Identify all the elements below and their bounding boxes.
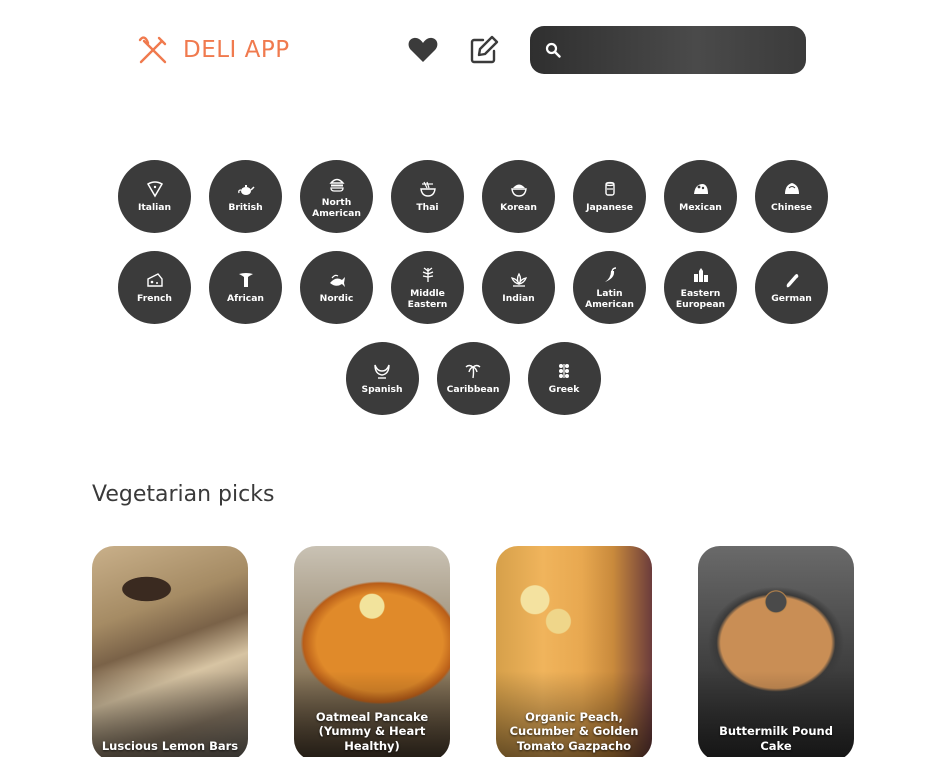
cuisine-label: Nordic — [319, 293, 354, 304]
edit-icon[interactable] — [468, 34, 500, 66]
cuisine-label: British — [228, 202, 263, 213]
cuisine-label: Caribbean — [446, 384, 500, 395]
teapot-icon — [237, 185, 255, 195]
recipe-card[interactable]: Oatmeal Pancake (Yummy & Heart Healthy) — [294, 546, 450, 757]
grapes-icon — [559, 364, 569, 378]
cuisine-label: Japanese — [586, 202, 633, 213]
cuisine-african[interactable]: African — [209, 251, 282, 324]
chili-icon — [604, 266, 616, 282]
cuisine-nordic[interactable]: Nordic — [300, 251, 373, 324]
search-icon — [545, 42, 561, 58]
cuisine-label: German — [771, 293, 812, 304]
cuisine-indian[interactable]: Indian — [482, 251, 555, 324]
cuisine-grid: Italian British North American Thai Kore… — [116, 160, 830, 415]
cuisine-label: Korean — [500, 202, 537, 213]
noodle-bowl-icon — [419, 181, 436, 197]
recipe-title: Buttermilk Pound Cake — [719, 724, 833, 753]
wheat-icon — [422, 266, 433, 282]
cuisine-label: Thai — [416, 202, 439, 213]
cuisine-label: North American — [312, 196, 361, 219]
cuisine-french[interactable]: French — [118, 251, 191, 324]
city-icon — [693, 267, 708, 282]
baobab-tree-icon — [238, 273, 253, 287]
recipe-card[interactable]: Luscious Lemon Bars — [92, 546, 248, 757]
app-logo[interactable]: DELI APP — [137, 34, 290, 66]
cuisine-chinese[interactable]: Chinese — [755, 160, 828, 233]
app-name: DELI APP — [183, 37, 290, 63]
recipe-card[interactable]: Buttermilk Pound Cake — [698, 546, 854, 757]
cuisine-latin-american[interactable]: Latin American — [573, 251, 646, 324]
cuisine-label: Indian — [502, 293, 535, 304]
cuisine-spanish[interactable]: Spanish — [345, 342, 419, 415]
pizza-icon — [146, 181, 163, 198]
burger-icon — [328, 178, 345, 192]
recipe-card[interactable]: Organic Peach, Cucumber & Golden Tomato … — [496, 546, 652, 757]
cuisine-italian[interactable]: Italian — [118, 160, 191, 233]
fork-knife-icon — [138, 36, 167, 64]
recipe-card-row: Luscious Lemon Bars Oatmeal Pancake (Yum… — [92, 546, 854, 757]
bull-horns-icon — [374, 364, 390, 379]
cuisine-greek[interactable]: Greek — [527, 342, 601, 415]
cuisine-label: Middle Eastern — [407, 287, 448, 310]
cuisine-label: Spanish — [361, 384, 403, 395]
sausage-icon — [786, 274, 798, 288]
cuisine-label: African — [227, 293, 264, 304]
rice-bowl-icon — [510, 184, 527, 197]
sake-cup-icon — [604, 181, 615, 196]
recipe-title: Oatmeal Pancake (Yummy & Heart Healthy) — [315, 709, 429, 753]
cuisine-label: Mexican — [679, 202, 722, 213]
cheese-icon — [146, 273, 163, 287]
cuisine-mexican[interactable]: Mexican — [664, 160, 737, 233]
heart-icon[interactable] — [407, 34, 439, 66]
cuisine-eastern-european[interactable]: Eastern European — [664, 251, 737, 324]
recipe-title: Organic Peach, Cucumber & Golden Tomato … — [509, 709, 639, 753]
cuisine-middle-eastern[interactable]: Middle Eastern — [391, 251, 464, 324]
cuisine-label: Latin American — [585, 287, 634, 310]
cuisine-label: Chinese — [771, 202, 812, 213]
cuisine-korean[interactable]: Korean — [482, 160, 555, 233]
cuisine-german[interactable]: German — [755, 251, 828, 324]
search-input[interactable] — [561, 26, 806, 74]
section-title: Vegetarian picks — [92, 482, 275, 507]
cuisine-british[interactable]: British — [209, 160, 282, 233]
cuisine-thai[interactable]: Thai — [391, 160, 464, 233]
recipe-title: Luscious Lemon Bars — [101, 738, 239, 753]
cuisine-label: French — [137, 293, 172, 304]
dumpling-icon — [784, 183, 799, 194]
palm-tree-icon — [465, 364, 481, 379]
cuisine-label: Italian — [137, 202, 172, 213]
cuisine-caribbean[interactable]: Caribbean — [436, 342, 510, 415]
fish-icon — [329, 274, 345, 287]
taco-icon — [693, 184, 708, 194]
cuisine-label: Greek — [548, 384, 580, 395]
lotus-icon — [510, 272, 527, 287]
cuisine-label: Eastern European — [675, 287, 726, 310]
cuisine-north-american[interactable]: North American — [300, 160, 373, 233]
search-bar[interactable] — [530, 26, 806, 74]
cuisine-japanese[interactable]: Japanese — [573, 160, 646, 233]
